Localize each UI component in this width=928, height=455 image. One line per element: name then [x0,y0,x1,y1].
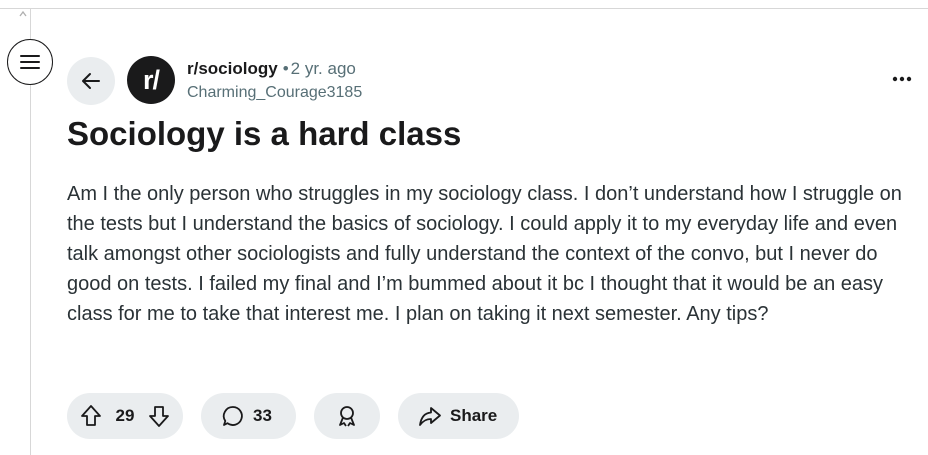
share-label: Share [450,406,498,425]
downvote-button[interactable] [143,400,175,432]
arrow-left-icon [79,69,103,93]
avatar-text: r/ [142,64,160,95]
post-time: 2 yr. ago [290,59,356,78]
meta-separator: • [282,59,289,78]
comments-button[interactable]: 33 [201,393,296,439]
post-meta: r/sociology • 2 yr. ago [187,59,356,79]
top-divider [0,8,928,9]
subreddit-link[interactable]: r/sociology [187,59,278,78]
arrow-down-outline-icon [148,404,170,428]
post-body: Am I the only person who struggles in my… [67,183,902,325]
hamburger-menu-icon [19,53,41,71]
arrow-up-outline-icon [80,404,102,428]
share-arrow-icon [418,404,442,428]
award-ribbon-icon [335,404,359,428]
more-options-button[interactable] [887,66,917,92]
award-button[interactable] [314,393,380,439]
back-button[interactable] [67,57,115,105]
scroll-up-caret-icon[interactable] [18,9,28,19]
speech-bubble-icon [221,404,245,428]
subreddit-avatar[interactable]: r/ [127,56,175,104]
ellipsis-icon [892,76,912,82]
comment-count: 33 [253,406,272,425]
share-button[interactable]: Share [398,393,519,439]
hamburger-menu-button[interactable] [7,39,53,85]
vote-score: 29 [115,406,135,425]
vote-pill: 29 [67,393,183,439]
post-title: Sociology is a hard class [67,115,462,152]
upvote-button[interactable] [75,400,107,432]
author-link[interactable]: Charming_Courage3185 [187,83,362,103]
